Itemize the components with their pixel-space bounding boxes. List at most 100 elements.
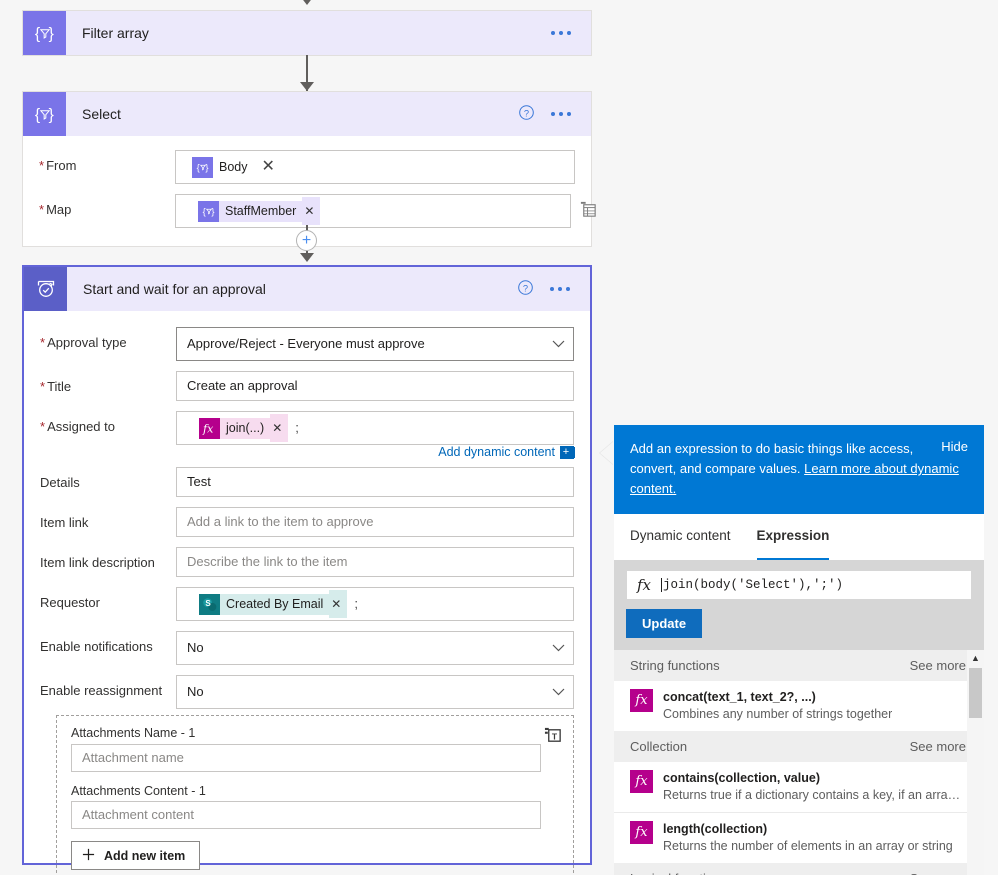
field-row-enable-notifications: Enable notifications No (40, 631, 574, 665)
fx-icon: fx (199, 417, 220, 439)
field-label-item-link-description: Item link description (40, 555, 155, 570)
field-label-item-link: Item link (40, 515, 89, 530)
approval-type-dropdown[interactable]: Approve/Reject - Everyone must approve (176, 327, 574, 361)
expression-input[interactable]: fx join(body('Select'),';') (626, 570, 972, 600)
scroll-up-icon[interactable]: ▲ (967, 650, 984, 666)
token-created-by-email[interactable]: S Created By Email ✕ (199, 590, 348, 618)
function-name: contains(collection, value) (663, 771, 820, 785)
remove-token-icon[interactable]: ✕ (270, 414, 289, 442)
help-icon[interactable]: ? (518, 104, 535, 124)
scrollbar-thumb[interactable] (969, 668, 982, 718)
expression-braces-filter-icon: { } (192, 156, 213, 178)
connector-arrow (300, 0, 314, 5)
card-title: Start and wait for an approval (83, 281, 266, 297)
expression-braces-filter-icon: { } (23, 92, 66, 136)
sharepoint-icon: S (199, 593, 220, 615)
card-menu-button[interactable] (548, 281, 572, 297)
field-row-requestor: Requestor S Created By Email ✕ ; (40, 587, 574, 621)
token-label: StaffMember (219, 200, 303, 222)
card-menu-button[interactable] (549, 106, 573, 122)
function-description: Returns the number of elements in an arr… (663, 839, 953, 853)
action-card-select[interactable]: { } Select ? * From {} Body ✕ * Map {}… (22, 91, 596, 247)
map-input[interactable]: { } StaffMember ✕ (175, 194, 571, 228)
svg-text:S: S (205, 599, 211, 608)
svg-text:T: T (552, 731, 558, 741)
function-description: Returns true if a dictionary contains a … (663, 788, 963, 802)
add-dynamic-content-link[interactable]: Add dynamic content + (40, 445, 574, 459)
connector-arrow (300, 253, 314, 262)
add-new-item-button[interactable]: Add new item (71, 841, 201, 870)
svg-text:{: { (202, 207, 205, 217)
action-card-filter-array[interactable]: { } Filter array (22, 10, 592, 56)
action-card-start-and-wait-for-approval[interactable]: Start and wait for an approval ? Approva… (22, 265, 592, 875)
remove-token-icon[interactable]: ✕ (262, 153, 275, 181)
item-link-placeholder: Add a link to the item to approve (187, 514, 374, 529)
field-label-assigned-to: Assigned to (40, 411, 176, 434)
fx-icon: fx (630, 821, 653, 844)
enable-notifications-dropdown[interactable]: No (176, 631, 574, 665)
separator-text: ; (295, 420, 299, 435)
field-row-map: Map { } (39, 194, 596, 228)
remove-token-icon[interactable]: ✕ (329, 590, 348, 618)
field-label-enable-reassignment: Enable reassignment (40, 683, 163, 698)
requestor-input[interactable]: S Created By Email ✕ ; (176, 587, 574, 621)
see-more-link[interactable]: See more (910, 739, 966, 754)
hide-banner-button[interactable]: Hide (941, 439, 968, 454)
panel-tabs: Dynamic content Expression (614, 514, 984, 560)
function-list: String functions See more fx concat(text… (614, 650, 984, 875)
enable-reassignment-dropdown[interactable]: No (176, 675, 574, 709)
card-header: { } Filter array (23, 11, 591, 55)
card-title: Filter array (82, 25, 149, 41)
svg-text:}: } (211, 207, 214, 217)
token-staffmember[interactable]: { } StaffMember ✕ (198, 197, 321, 225)
token-join-expression[interactable]: fx join(...) ✕ (199, 414, 289, 442)
separator-text: ; (354, 596, 358, 611)
attachment-name-input[interactable]: Attachment name (71, 744, 541, 772)
function-group-header-collection: Collection See more (614, 731, 984, 762)
see-more-link[interactable]: See more (910, 658, 966, 673)
details-value: Test (187, 474, 211, 489)
connector-arrow (300, 82, 314, 91)
switch-to-text-mode-icon[interactable]: T (544, 726, 563, 748)
expression-panel: Hide Add an expression to do basic thing… (600, 425, 984, 875)
token-body[interactable]: { } Body (192, 156, 254, 178)
details-input[interactable]: Test (176, 467, 574, 497)
expression-value: join(body('Select'),';') (661, 578, 844, 592)
plus-icon (82, 848, 95, 864)
insert-step-button[interactable]: + (296, 230, 317, 251)
function-item-concat[interactable]: fx concat(text_1, text_2?, ...) Combines… (614, 681, 984, 731)
function-item-contains[interactable]: fx contains(collection, value) Returns t… (614, 762, 984, 812)
function-name: concat(text_1, text_2?, ...) (663, 690, 816, 704)
group-name: Logical functions (630, 871, 727, 875)
function-item-length[interactable]: fx length(collection) Returns the number… (614, 812, 984, 863)
attachment-content-input[interactable]: Attachment content (71, 801, 541, 829)
panel-banner: Hide Add an expression to do basic thing… (614, 425, 984, 514)
update-button[interactable]: Update (626, 609, 703, 638)
item-link-description-input[interactable]: Describe the link to the item (176, 547, 574, 577)
assigned-to-input[interactable]: fx join(...) ✕ ; (176, 411, 574, 445)
token-label: join(...) (220, 417, 271, 439)
card-title: Select (82, 106, 121, 122)
svg-text:}: } (48, 26, 53, 43)
tab-dynamic-content[interactable]: Dynamic content (630, 528, 731, 560)
switch-to-text-mode-icon[interactable] (579, 200, 599, 220)
panel-scrollbar[interactable]: ▲ (967, 650, 984, 875)
item-link-input[interactable]: Add a link to the item to approve (176, 507, 574, 537)
approval-check-circle-icon (24, 267, 67, 311)
svg-text:fx: fx (202, 423, 214, 436)
card-menu-button[interactable] (549, 25, 573, 41)
flow-canvas: { } Filter array { } Select ? * From {}… (0, 0, 600, 875)
remove-token-icon[interactable]: ✕ (302, 197, 321, 225)
tab-expression[interactable]: Expression (756, 528, 830, 560)
field-row-title: Title Create an approval (40, 371, 574, 401)
help-icon[interactable]: ? (517, 279, 534, 299)
field-row-approval-type: Approval type Approve/Reject - Everyone … (40, 327, 574, 361)
field-label-title: Title (40, 371, 176, 394)
expression-braces-filter-icon: { } (23, 11, 66, 55)
see-more-link[interactable]: See more (910, 871, 966, 875)
from-input[interactable]: { } Body ✕ (175, 150, 575, 184)
item-link-description-placeholder: Describe the link to the item (187, 554, 348, 569)
field-row-item-link-description: Item link description Describe the link … (40, 547, 574, 577)
group-name: Collection (630, 739, 688, 754)
title-input[interactable]: Create an approval (176, 371, 574, 401)
